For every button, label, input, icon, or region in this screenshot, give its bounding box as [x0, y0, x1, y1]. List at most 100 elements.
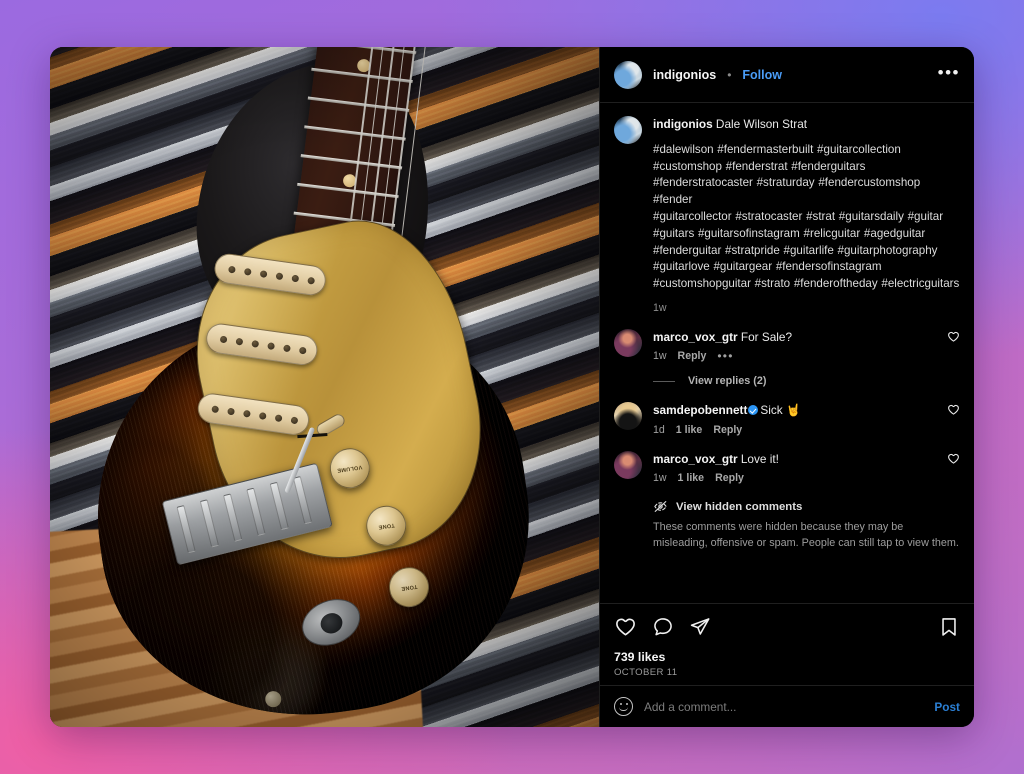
comment-likes-count[interactable]: 1 like — [678, 472, 705, 484]
verified-badge-icon — [748, 405, 759, 416]
comment-text-line: samdepobennett Sick 🤘 — [653, 402, 936, 419]
add-comment-input[interactable] — [644, 699, 924, 714]
comment-avatar[interactable] — [614, 450, 642, 479]
pickup-pole-piece — [291, 274, 300, 282]
stratocaster-guitar: VOLUME TONE TONE — [50, 47, 599, 727]
caption-username[interactable]: indigonios — [653, 117, 713, 131]
caption-hashtags[interactable]: #dalewilson #fendermasterbuilt #guitarco… — [653, 142, 960, 293]
bridge-saddle — [292, 475, 313, 525]
caption-line: indigonios Dale Wilson Strat — [653, 116, 960, 133]
comment-timestamp: 1d — [653, 423, 665, 436]
caption-block: indigonios Dale Wilson Strat #dalewilson… — [614, 116, 960, 314]
pickup-pole-piece — [307, 276, 316, 285]
pickup-pole-piece — [251, 339, 260, 348]
hashtag-line[interactable]: #fenderstratocaster #straturday #fenderc… — [653, 175, 960, 209]
comment-item: marco_vox_gtr For Sale? 1w Reply ••• — [614, 328, 960, 362]
bridge-saddle — [176, 504, 196, 554]
comment-body-text: Love it! — [737, 451, 779, 466]
emoji-picker-icon[interactable] — [614, 697, 633, 716]
post-actions-bar: 739 likes OCTOBER 11 — [600, 603, 974, 685]
bridge-saddle — [199, 499, 220, 548]
comment-likes-count[interactable]: 1 like — [676, 424, 703, 436]
comments-scroll-area[interactable]: indigonios Dale Wilson Strat #dalewilson… — [600, 103, 974, 603]
hashtag-line[interactable]: #customshopguitar #strato #fenderoftheda… — [653, 276, 960, 293]
comment-reply-button[interactable]: Reply — [713, 424, 742, 436]
post-details-panel: indigonios • Follow ••• indigonios Dale … — [599, 47, 974, 727]
view-replies-button[interactable]: View replies (2) — [653, 375, 960, 387]
post-comment-button[interactable]: Post — [934, 700, 960, 714]
pickup-pole-piece — [298, 346, 307, 355]
comment-username[interactable]: samdepobennett — [653, 403, 747, 417]
pickup-pole-piece — [274, 413, 283, 422]
comment-body-text: Sick 🤘 — [760, 403, 801, 418]
pickup-pole-piece — [243, 409, 251, 418]
comment-compose-bar: Post — [600, 685, 974, 727]
hashtag-line[interactable]: #guitarlove #guitargear #fendersofinstag… — [653, 259, 960, 276]
pickup-pole-piece — [267, 341, 276, 350]
post-date: OCTOBER 11 — [614, 667, 678, 678]
pickup-pole-piece — [290, 415, 299, 424]
view-hidden-comments-label: View hidden comments — [676, 500, 803, 513]
caption-text: Dale Wilson Strat — [715, 117, 808, 131]
pickup-pole-piece — [283, 343, 291, 352]
caption-timestamp: 1w — [653, 301, 667, 314]
pickup-pole-piece — [243, 267, 252, 276]
hashtag-line[interactable]: #customshop #fenderstrat #fenderguitars — [653, 159, 960, 176]
comment-body-text: For Sale? — [737, 329, 793, 344]
comment-button[interactable] — [652, 616, 674, 638]
instagram-post-card: VOLUME TONE TONE indigonios • Follow ••• — [50, 47, 974, 727]
likes-count[interactable]: 739 likes — [614, 650, 960, 664]
action-icon-row — [614, 615, 960, 638]
comment-reply-button[interactable]: Reply — [678, 350, 707, 362]
tone-knob-2-label: TONE — [400, 583, 418, 592]
comment-options-icon[interactable]: ••• — [717, 350, 733, 362]
pickup-pole-piece — [235, 337, 244, 346]
comment-username[interactable]: marco_vox_gtr — [653, 452, 738, 466]
pickup-pole-piece — [211, 404, 220, 413]
pickup-pole-piece — [219, 335, 228, 343]
comment-avatar[interactable] — [614, 328, 642, 357]
comment-timestamp: 1w — [653, 350, 667, 363]
pickup-pole-piece — [228, 265, 236, 274]
author-avatar[interactable] — [614, 61, 642, 89]
caption-avatar[interactable] — [614, 116, 642, 144]
hashtag-line[interactable]: #guitarcollector #stratocaster #strat #g… — [653, 209, 960, 226]
hashtag-line[interactable]: #dalewilson #fendermasterbuilt #guitarco… — [653, 142, 960, 159]
follow-button[interactable]: Follow — [742, 68, 782, 82]
save-button[interactable] — [938, 616, 960, 638]
comment-reply-button[interactable]: Reply — [715, 472, 744, 484]
replies-line — [653, 380, 675, 382]
comment-username[interactable]: marco_vox_gtr — [653, 330, 738, 344]
comments-list: marco_vox_gtr For Sale? 1w Reply ••• View re… — [614, 328, 960, 484]
hashtag-line[interactable]: #guitars #guitarsofinstagram #relicguita… — [653, 226, 960, 243]
comment-like-icon[interactable] — [947, 329, 960, 346]
like-button[interactable] — [614, 615, 637, 638]
pickup-pole-piece — [259, 269, 268, 278]
author-username[interactable]: indigonios — [653, 68, 716, 82]
hidden-comments-note: These comments were hidden because they … — [653, 521, 959, 549]
share-button[interactable] — [689, 616, 711, 638]
comment-timestamp: 1w — [653, 472, 667, 485]
view-hidden-comments-button[interactable]: View hidden comments — [653, 500, 960, 513]
post-media[interactable]: VOLUME TONE TONE — [50, 47, 599, 727]
comment-meta: 1d 1 like Reply — [653, 424, 936, 436]
header-separator: • — [727, 68, 732, 82]
comment-text-line: marco_vox_gtr For Sale? — [653, 329, 936, 346]
comment-item: marco_vox_gtr Love it! 1w 1 like Reply — [614, 450, 960, 484]
bridge-saddle — [246, 487, 266, 537]
bridge-saddle — [223, 493, 243, 542]
post-header: indigonios • Follow ••• — [600, 47, 974, 103]
comment-meta: 1w Reply ••• — [653, 350, 936, 362]
comment-text-line: marco_vox_gtr Love it! — [653, 451, 936, 468]
pickup-pole-piece — [258, 411, 267, 420]
tone-knob-1-label: TONE — [377, 521, 395, 530]
comment-item: samdepobennett Sick 🤘 1d 1 like Reply — [614, 402, 960, 436]
comment-like-icon[interactable] — [947, 402, 960, 419]
comment-like-icon[interactable] — [947, 451, 960, 468]
eye-off-icon — [653, 500, 668, 513]
comment-avatar[interactable] — [614, 402, 642, 431]
hashtag-line[interactable]: #fenderguitar #stratpride #guitarlife #g… — [653, 243, 960, 260]
post-options-icon[interactable]: ••• — [938, 64, 960, 82]
comment-meta: 1w 1 like Reply — [653, 472, 936, 484]
view-replies-label: View replies (2) — [688, 375, 767, 388]
